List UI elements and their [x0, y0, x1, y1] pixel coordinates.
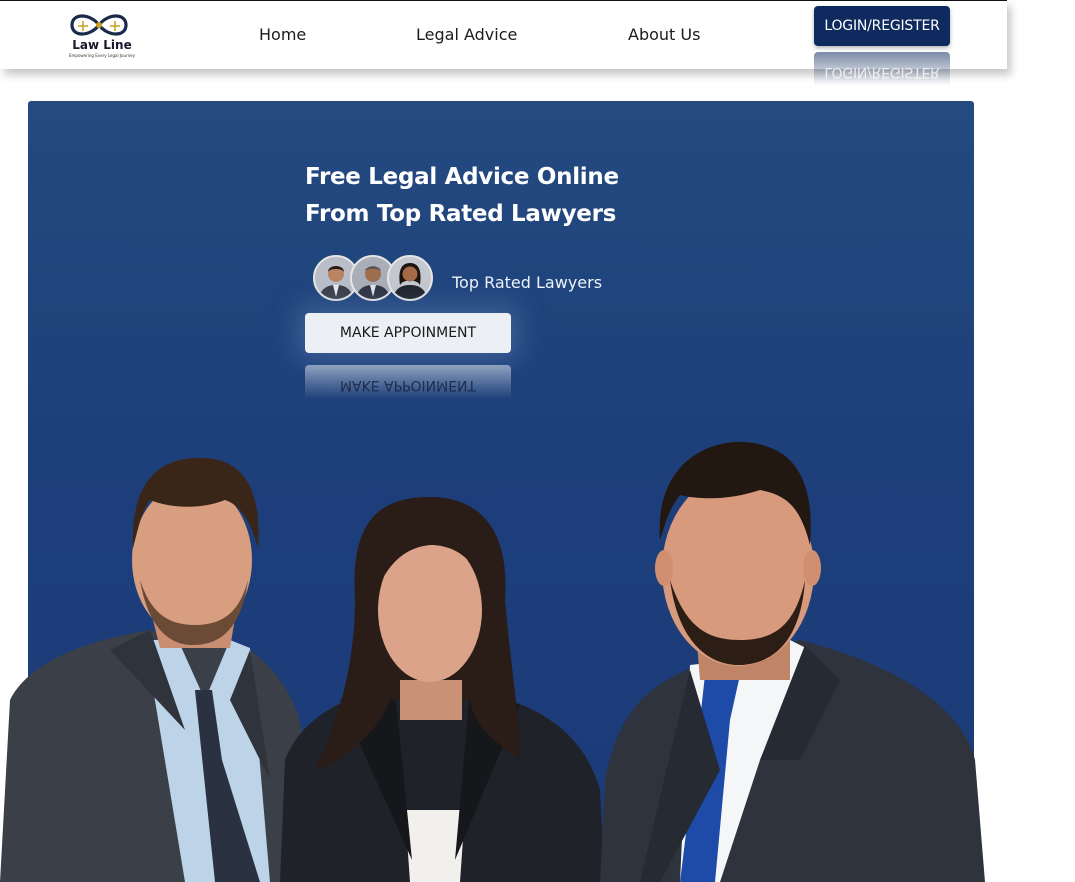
- lawyer-middle-figure: [280, 497, 605, 882]
- hero-title-line-1: Free Legal Advice Online: [305, 164, 619, 190]
- logo-tagline: Empowering Every Legal Journey: [69, 53, 135, 58]
- top-rated-caption: Top Rated Lawyers: [452, 273, 603, 292]
- nav-about-us[interactable]: About Us: [628, 25, 700, 44]
- login-register-button[interactable]: LOGIN/REGISTER: [814, 6, 950, 46]
- lawyer-right-figure: [600, 441, 985, 882]
- logo-name: Law Line: [72, 38, 132, 52]
- nav-legal-advice[interactable]: Legal Advice: [416, 25, 517, 44]
- lawyers-group-photo: [0, 441, 985, 882]
- lawyer-left-figure: [0, 457, 305, 882]
- make-appointment-button[interactable]: MAKE APPOINMENT: [305, 313, 511, 353]
- lawyer-avatar-3: [387, 255, 433, 301]
- law-line-logo[interactable]: Law Line Empowering Every Legal Journey: [58, 9, 146, 59]
- login-button-reflection: LOGIN/REGISTER: [814, 52, 950, 92]
- nav-home[interactable]: Home: [259, 25, 306, 44]
- hero-title-line-2: From Top Rated Lawyers: [305, 201, 617, 227]
- infinity-scales-icon: [70, 14, 128, 36]
- hero-title: Free Legal Advice Online From Top Rated …: [305, 159, 705, 233]
- appointment-button-reflection: MAKE APPOINMENT: [305, 365, 511, 405]
